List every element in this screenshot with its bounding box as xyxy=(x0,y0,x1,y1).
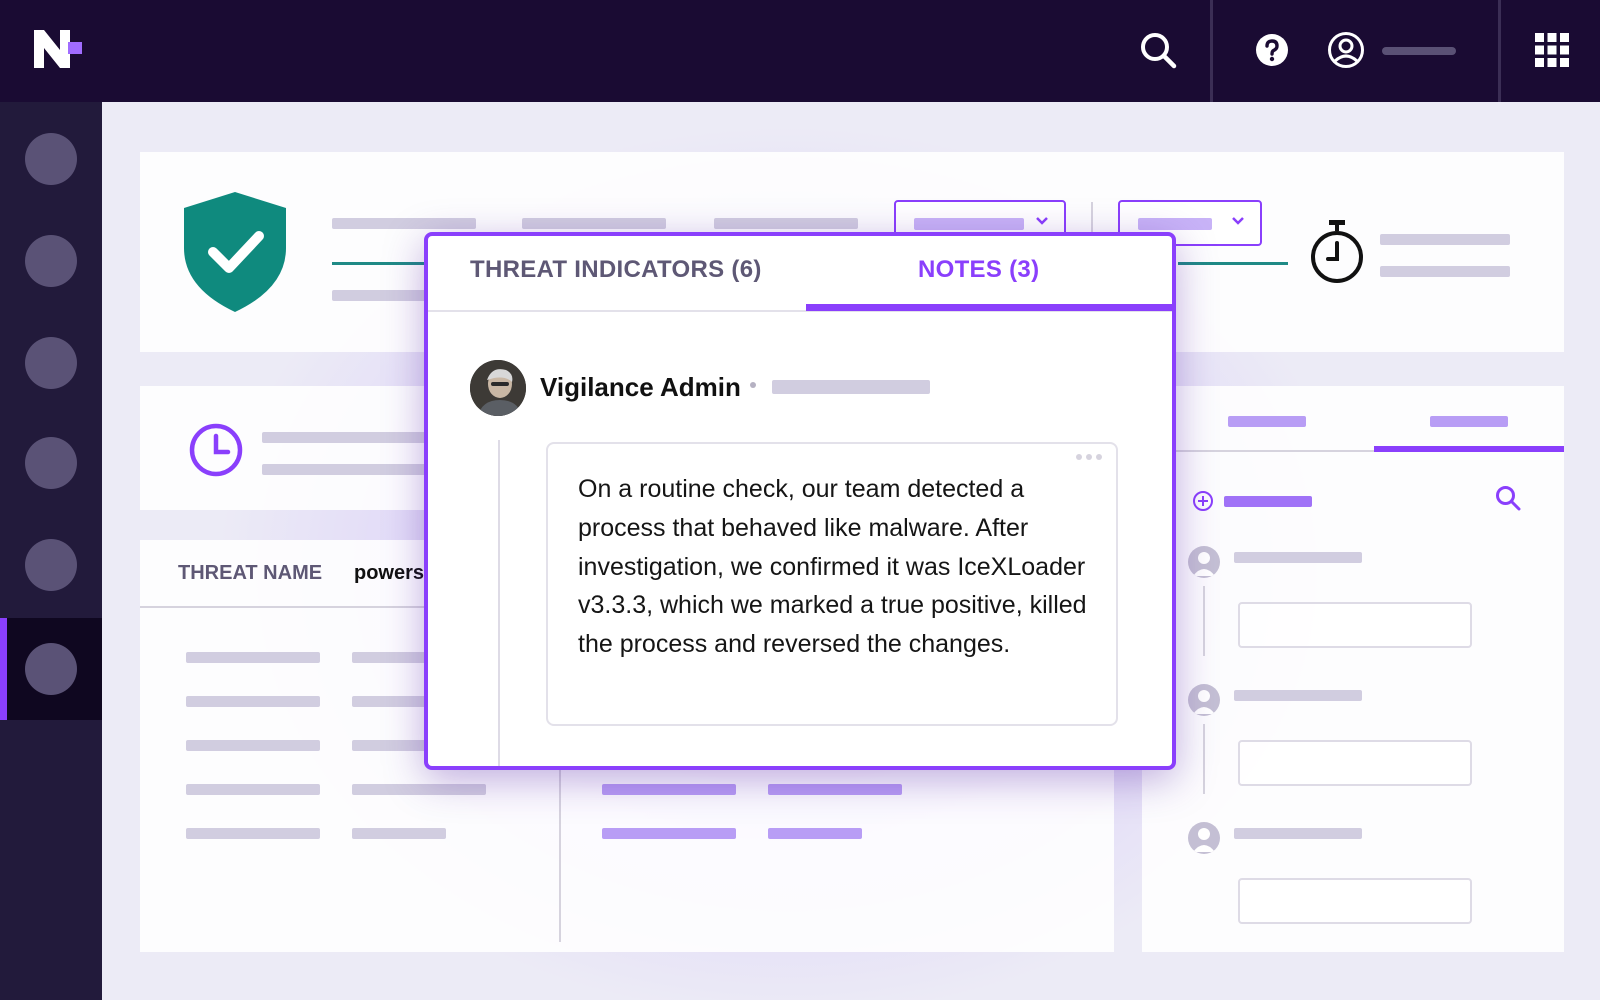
more-options-icon[interactable] xyxy=(1076,454,1102,460)
panel-tab-underline xyxy=(1374,446,1564,452)
placeholder-bar xyxy=(1380,234,1510,245)
activity-thread-line xyxy=(1203,586,1205,656)
user-icon xyxy=(1328,32,1364,68)
sidebar-item[interactable] xyxy=(0,514,102,616)
chevron-down-icon xyxy=(1232,217,1244,225)
table-cell-placeholder xyxy=(602,784,736,795)
table-cell-placeholder xyxy=(352,784,486,795)
shield-check-icon xyxy=(184,192,286,312)
popup-tabs: THREAT INDICATORS (6) NOTES (3) xyxy=(428,236,1172,312)
dropdown-value-placeholder xyxy=(914,218,1024,230)
add-circle-icon[interactable] xyxy=(1192,490,1214,512)
sidebar-item-icon xyxy=(25,539,77,591)
n-logo-icon[interactable] xyxy=(30,28,86,70)
person-avatar-icon xyxy=(1188,822,1220,854)
user-profile-button[interactable] xyxy=(1324,28,1368,72)
sidebar-item[interactable] xyxy=(0,108,102,210)
placeholder-bar xyxy=(262,432,442,443)
sidebar-item-active[interactable] xyxy=(0,618,102,720)
placeholder-bar xyxy=(332,218,476,229)
sidebar-item-icon xyxy=(25,643,77,695)
panel-tab-placeholder[interactable] xyxy=(1228,416,1306,427)
clock-icon xyxy=(189,423,243,477)
threat-name-value: powers xyxy=(354,562,425,584)
topbar-divider xyxy=(1210,0,1213,102)
placeholder-bar xyxy=(522,218,666,229)
sidebar-item[interactable] xyxy=(0,210,102,312)
note-header: Vigilance Admin xyxy=(470,360,1130,416)
person-avatar-icon xyxy=(1188,684,1220,716)
sidebar-item-icon xyxy=(25,337,77,389)
column-divider xyxy=(559,770,561,942)
add-note-placeholder[interactable] xyxy=(1224,496,1312,507)
dropdown-value-placeholder xyxy=(1138,218,1212,230)
note-timestamp-placeholder xyxy=(772,380,930,394)
user-name-placeholder xyxy=(1382,47,1456,55)
activity-comment-box xyxy=(1238,602,1472,648)
sidebar-item[interactable] xyxy=(0,412,102,514)
timeline-card xyxy=(140,386,460,510)
table-cell-placeholder xyxy=(186,740,320,751)
activity-comment-box xyxy=(1238,878,1472,924)
separator-dot xyxy=(750,382,756,388)
progress-line xyxy=(332,262,432,265)
grid-icon xyxy=(1535,33,1569,67)
stopwatch-icon xyxy=(1311,220,1363,283)
note-author[interactable]: Vigilance Admin xyxy=(540,372,741,403)
threat-details-popup: THREAT INDICATORS (6) NOTES (3) Vigilanc… xyxy=(424,232,1176,770)
note-text: On a routine check, our team detected a … xyxy=(578,475,1087,659)
note-content-box: On a routine check, our team detected a … xyxy=(546,442,1118,726)
table-cell-placeholder xyxy=(186,784,320,795)
sidebar-item[interactable] xyxy=(0,312,102,414)
activity-panel xyxy=(1142,386,1564,952)
panel-tab-placeholder[interactable] xyxy=(1430,416,1508,427)
help-button[interactable] xyxy=(1250,28,1294,72)
top-navigation-bar xyxy=(0,0,1600,102)
active-tab-underline xyxy=(806,304,1172,311)
sidebar-item-icon xyxy=(25,133,77,185)
search-icon xyxy=(1141,33,1177,69)
activity-comment-box xyxy=(1238,740,1472,786)
activity-thread-line xyxy=(1203,724,1205,794)
activity-placeholder xyxy=(1234,690,1362,701)
column-header-threat-name[interactable]: THREAT NAME xyxy=(178,562,322,585)
person-avatar-icon xyxy=(1188,546,1220,578)
tab-threat-indicators[interactable]: THREAT INDICATORS (6) xyxy=(470,256,762,284)
table-cell-placeholder xyxy=(352,828,446,839)
search-button[interactable] xyxy=(1136,28,1180,72)
activity-placeholder xyxy=(1234,828,1362,839)
topbar-divider xyxy=(1498,0,1501,102)
apps-menu-button[interactable] xyxy=(1530,28,1574,72)
chevron-down-icon xyxy=(1036,217,1048,225)
sidebar-item-icon xyxy=(25,235,77,287)
note-thread-line xyxy=(498,440,500,766)
table-cell-placeholder xyxy=(602,828,736,839)
table-cell-placeholder xyxy=(186,696,320,707)
tab-notes[interactable]: NOTES (3) xyxy=(918,256,1039,284)
placeholder-bar xyxy=(262,464,442,475)
table-cell-placeholder xyxy=(186,652,320,663)
placeholder-bar xyxy=(332,290,432,301)
help-icon xyxy=(1256,34,1288,66)
sidebar xyxy=(0,102,102,1000)
table-cell-placeholder xyxy=(768,784,902,795)
progress-line xyxy=(1178,262,1288,265)
placeholder-bar xyxy=(1380,266,1510,277)
activity-placeholder xyxy=(1234,552,1362,563)
table-cell-placeholder xyxy=(768,828,862,839)
search-icon[interactable] xyxy=(1494,484,1522,512)
sidebar-item-icon xyxy=(25,437,77,489)
avatar xyxy=(470,360,526,416)
table-cell-placeholder xyxy=(186,828,320,839)
placeholder-bar xyxy=(714,218,858,229)
